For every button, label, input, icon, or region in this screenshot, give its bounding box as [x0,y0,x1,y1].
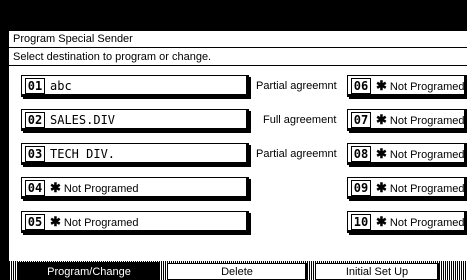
destination-button-06[interactable]: 06 ✱ Not Programed [347,75,467,97]
destination-number: 10 [351,214,371,230]
tab-initial-set-up[interactable]: Initial Set Up [315,263,439,280]
match-type-03: Partial agreemnt [256,148,337,160]
star-icon: ✱ [376,111,387,127]
destination-name: ✱ Not Programed [50,213,139,230]
destination-number: 09 [351,180,371,196]
destination-button-09[interactable]: 09 ✱ Not Programed [347,177,467,199]
match-type-01: Partial agreemnt [256,80,337,92]
star-icon: ✱ [50,213,61,229]
destination-button-10[interactable]: 10 ✱ Not Programed [347,211,467,233]
star-icon: ✱ [376,179,387,195]
destination-button-02[interactable]: 02 SALES.DIV [21,109,249,131]
destination-button-08[interactable]: 08 ✱ Not Programed [347,143,467,165]
tab-program-change[interactable]: Program/Change [19,263,159,280]
destination-number: 02 [25,112,45,128]
destination-number: 06 [351,78,371,94]
destination-name: SALES.DIV [50,113,116,127]
destination-button-01[interactable]: 01 abc [21,75,249,97]
not-programed-label: Not Programed [389,114,465,127]
destination-button-07[interactable]: 07 ✱ Not Programed [347,109,467,131]
panel-title: Program Special Sender [9,31,467,48]
destination-name: ✱ Not Programed [50,179,139,196]
star-icon: ✱ [376,145,387,161]
not-programed-label: Not Programed [63,182,139,195]
destination-name: ✱ Not Programed [376,77,465,94]
star-icon: ✱ [50,179,61,195]
destination-number: 05 [25,214,45,230]
destination-button-05[interactable]: 05 ✱ Not Programed [21,211,249,233]
destination-number: 01 [25,78,45,94]
destination-name: ✱ Not Programed [376,145,465,162]
program-special-sender-panel: Program Special Sender Select destinatio… [7,29,467,280]
not-programed-label: Not Programed [63,216,139,229]
star-icon: ✱ [376,77,387,93]
destination-number: 08 [351,146,371,162]
bottom-tab-bar: Program/Change Delete Initial Set Up [9,261,467,280]
instruction-text: Select destination to program or change. [9,49,467,66]
screen: Program Special Sender Select destinatio… [0,0,467,280]
not-programed-label: Not Programed [389,216,465,229]
destination-button-04[interactable]: 04 ✱ Not Programed [21,177,249,199]
match-type-02: Full agreement [263,114,337,126]
destination-name: ✱ Not Programed [376,213,465,230]
destination-number: 07 [351,112,371,128]
destination-name: abc [50,79,72,93]
tab-delete[interactable]: Delete [167,263,307,280]
not-programed-label: Not Programed [389,80,465,93]
not-programed-label: Not Programed [389,148,465,161]
not-programed-label: Not Programed [389,182,465,195]
destination-number: 04 [25,180,45,196]
destination-name: ✱ Not Programed [376,111,465,128]
destination-button-03[interactable]: 03 TECH DIV. [21,143,249,165]
star-icon: ✱ [376,213,387,229]
destination-number: 03 [25,146,45,162]
destination-name: TECH DIV. [50,147,116,161]
destination-name: ✱ Not Programed [376,179,465,196]
